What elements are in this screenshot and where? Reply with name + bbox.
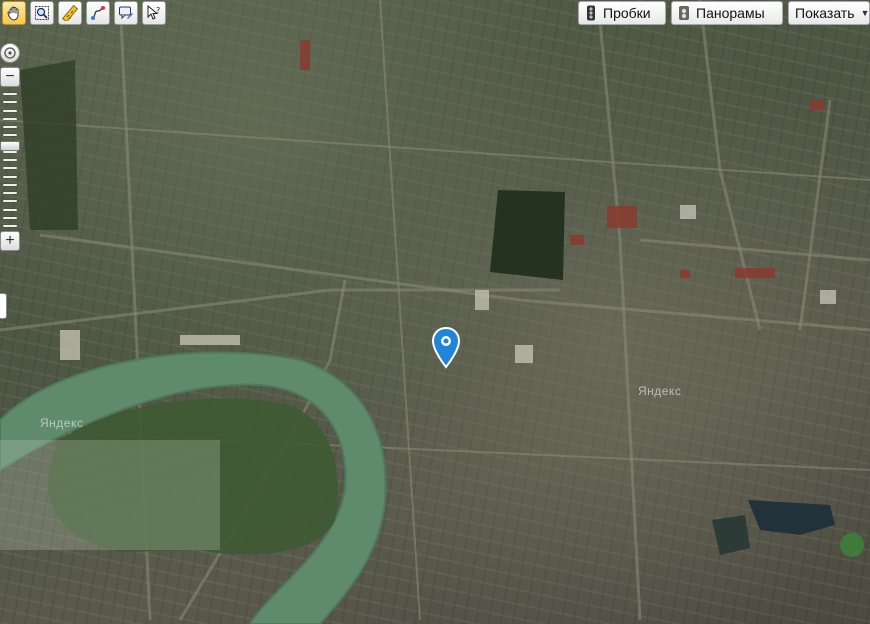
hand-tool-button[interactable]	[2, 1, 26, 25]
zoom-tick	[3, 167, 17, 170]
route-icon	[91, 6, 105, 20]
zoom-tick	[3, 208, 17, 211]
zoom-tick	[3, 192, 17, 194]
zoom-tick	[3, 109, 17, 112]
map-features	[0, 0, 870, 624]
locate-crosshair-icon	[4, 47, 16, 59]
zoom-tick	[3, 150, 17, 153]
ruler-tool-button[interactable]	[58, 1, 82, 25]
map-watermark: Яндекс	[40, 416, 84, 430]
park-area	[490, 190, 565, 280]
lake	[712, 515, 750, 555]
balloon-edit-icon	[119, 6, 133, 20]
zoom-out-button[interactable]	[0, 43, 20, 63]
show-label: Показать	[795, 5, 855, 21]
location-pin-icon[interactable]	[431, 327, 461, 369]
zoom-plus-button[interactable]: +	[0, 231, 20, 251]
cloud-haze	[0, 440, 220, 550]
zoom-tick	[3, 159, 17, 161]
railway	[639, 238, 870, 262]
panoramas-button[interactable]: Панорамы	[671, 1, 783, 25]
green-area	[20, 60, 78, 230]
magnifier-zoom-icon	[35, 6, 49, 20]
help-cursor-icon: ?	[147, 5, 160, 20]
traffic-button[interactable]: Пробки	[578, 1, 666, 25]
zoom-control: − +	[0, 43, 22, 251]
zoom-tick	[3, 101, 17, 104]
zoom-tick	[3, 225, 17, 227]
zoom-tick	[3, 93, 17, 95]
zoom-tick	[3, 183, 17, 186]
svg-text:?: ?	[156, 6, 160, 15]
hand-icon	[7, 6, 19, 21]
zoom-tick	[3, 216, 17, 219]
edit-balloon-tool-button[interactable]	[114, 1, 138, 25]
satellite-map[interactable]: Яндекс Яндекс	[0, 0, 870, 624]
chevron-down-icon: ▼	[860, 8, 870, 18]
side-panel-tab[interactable]	[0, 293, 7, 319]
zoom-slider-track[interactable]	[0, 89, 20, 229]
zoom-tick	[3, 126, 17, 128]
stadium	[840, 533, 864, 557]
road	[379, 0, 421, 621]
map-watermark: Яндекс	[638, 384, 682, 398]
zoom-tick	[3, 134, 17, 137]
lake	[748, 500, 835, 535]
zoom-minus-button[interactable]: −	[0, 67, 20, 87]
zoom-tick	[3, 117, 17, 120]
zoom-tick	[3, 200, 17, 203]
help-tool-button[interactable]: ?	[142, 1, 166, 25]
zoom-area-tool-button[interactable]	[30, 1, 54, 25]
map-tools-toolbar: ?	[0, 0, 168, 28]
traffic-light-icon	[585, 5, 597, 21]
panorama-camera-icon	[678, 5, 690, 21]
show-layers-dropdown[interactable]: Показать ▼	[788, 1, 870, 25]
ruler-icon	[62, 5, 78, 21]
road	[598, 19, 642, 621]
road	[0, 119, 870, 181]
panoramas-label: Панорамы	[696, 5, 765, 21]
road	[698, 0, 762, 331]
zoom-slider-thumb[interactable]	[0, 141, 20, 151]
zoom-tick	[3, 175, 17, 178]
route-tool-button[interactable]	[86, 1, 110, 25]
traffic-label: Пробки	[603, 5, 651, 21]
